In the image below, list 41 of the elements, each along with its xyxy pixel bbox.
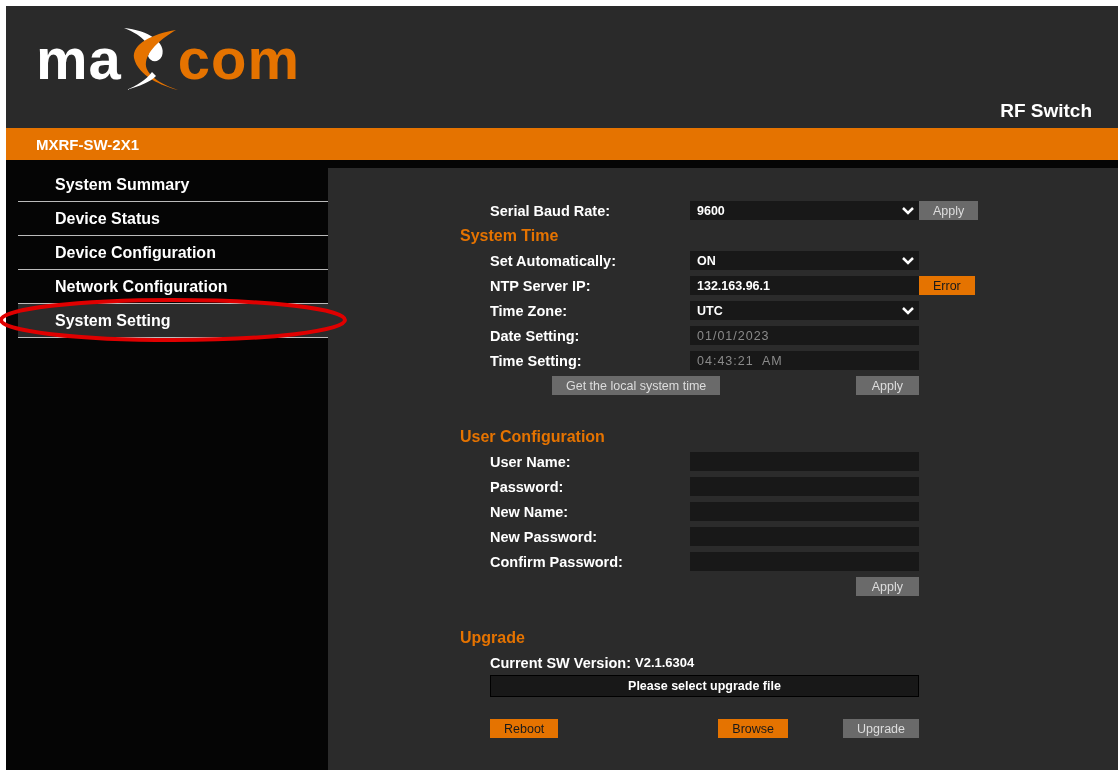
apply-button[interactable]: Apply [919,201,979,220]
chevron-down-icon [901,206,915,215]
field-label: Password: [490,478,565,495]
sidebar-item[interactable]: System Setting [18,304,328,338]
dropdown[interactable]: ON [690,251,919,270]
dropdown[interactable]: UTC [690,301,919,320]
sidebar-item[interactable]: Device Status [18,202,328,236]
field-label: User Name: [490,453,572,470]
field-label: Set Automatically: [490,252,617,269]
input-field[interactable]: 132.163.96.1 [690,276,919,295]
version-label: Current SW Version: [490,654,631,671]
chevron-down-icon [901,256,915,265]
field-label: Time Setting: [490,352,583,369]
error-button[interactable]: Error [919,276,975,295]
apply-button[interactable]: Apply [855,577,919,596]
section-title: User Configuration [460,426,606,447]
section-title: System Time [460,225,560,246]
field-label: Confirm Password: [490,553,624,570]
section-title: Upgrade [460,627,526,648]
browse-button[interactable]: Browse [718,719,789,738]
reboot-button[interactable]: Reboot [490,719,559,738]
field-label: New Password: [490,528,599,545]
field-label: New Name: [490,503,570,520]
file-field[interactable]: Please select upgrade file [490,675,919,697]
apply-button[interactable]: Apply [855,376,919,395]
upgrade-button[interactable]: Upgrade [843,719,919,738]
chevron-down-icon [901,306,915,315]
dropdown[interactable]: 9600 [690,201,919,220]
field-label: NTP Server IP: [490,277,592,294]
input-field[interactable]: 01/01/2023 [690,326,919,345]
input-field[interactable]: 04:43:21 AM [690,351,919,370]
logo: ma com [36,34,301,84]
local-time-button[interactable]: Get the local system time [552,376,721,395]
product-title: RF Switch [1000,100,1092,122]
version-value: V2.1.6304 [635,655,695,670]
field-label: Date Setting: [490,327,581,344]
field-label: Serial Baud Rate: [490,202,612,219]
sidebar-item[interactable]: System Summary [18,168,328,202]
field-label: Time Zone: [490,302,569,319]
sidebar-item[interactable]: Device Configuration [18,236,328,270]
model-name: MXRF-SW-2X1 [36,135,140,153]
